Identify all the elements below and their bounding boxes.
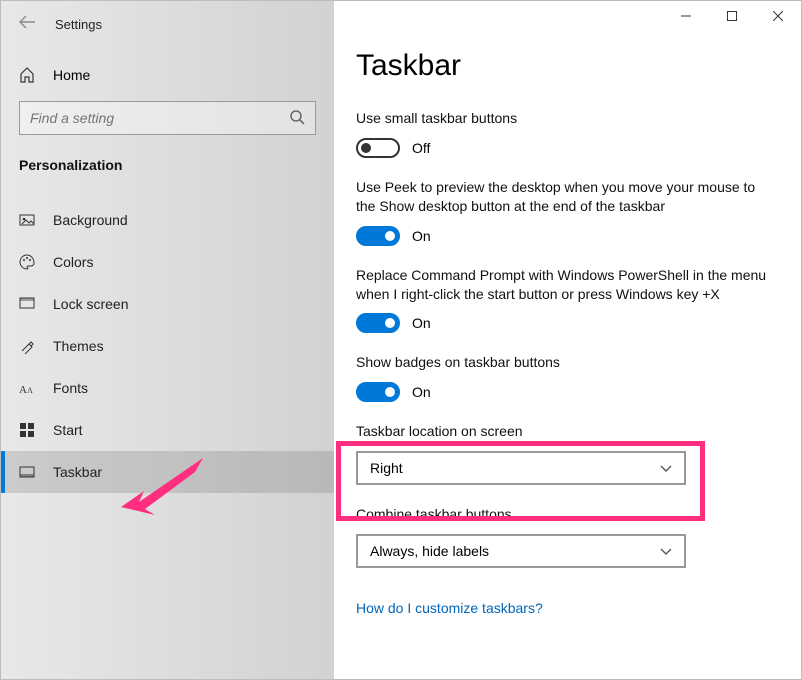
toggle-state: On	[412, 384, 431, 400]
sidebar-item-label: Colors	[53, 254, 93, 270]
setting-location: Taskbar location on screen Right	[356, 422, 779, 485]
sidebar-item-label: Fonts	[53, 380, 88, 396]
toggle-state: On	[412, 315, 431, 331]
setting-label: Use small taskbar buttons	[356, 109, 776, 128]
lockscreen-icon	[19, 296, 35, 312]
main-panel: Taskbar Use small taskbar buttons Off Us…	[334, 1, 801, 679]
sidebar-item-label: Lock screen	[53, 296, 128, 312]
sidebar-item-label: Background	[53, 212, 128, 228]
window-title: Settings	[55, 17, 102, 32]
sidebar-home-label: Home	[53, 67, 90, 83]
setting-small-buttons: Use small taskbar buttons Off	[356, 109, 779, 158]
dropdown-taskbar-location[interactable]: Right	[356, 451, 686, 485]
chevron-down-icon	[660, 543, 672, 559]
sidebar-item-label: Themes	[53, 338, 104, 354]
setting-label: Taskbar location on screen	[356, 422, 776, 441]
fonts-icon: AA	[19, 380, 35, 396]
sidebar-category: Personalization	[19, 157, 316, 173]
sidebar-item-colors[interactable]: Colors	[1, 241, 334, 283]
toggle-badges[interactable]	[356, 382, 400, 402]
chevron-down-icon	[660, 460, 672, 476]
sidebar-item-start[interactable]: Start	[1, 409, 334, 451]
start-icon	[19, 422, 35, 438]
themes-icon	[19, 338, 35, 354]
dropdown-value: Always, hide labels	[370, 543, 489, 559]
toggle-small-buttons[interactable]	[356, 138, 400, 158]
minimize-button[interactable]	[663, 1, 709, 31]
home-icon	[19, 67, 35, 83]
sidebar-nav: Background Colors Lock screen Themes AA …	[1, 199, 334, 493]
setting-label: Use Peek to preview the desktop when you…	[356, 178, 776, 216]
image-icon	[19, 212, 35, 228]
search-input[interactable]	[30, 110, 289, 126]
page-title: Taskbar	[356, 49, 779, 83]
toggle-powershell[interactable]	[356, 313, 400, 333]
toggle-state: On	[412, 228, 431, 244]
taskbar-icon	[19, 464, 35, 480]
back-button[interactable]	[19, 15, 35, 33]
search-icon	[289, 109, 305, 128]
setting-badges: Show badges on taskbar buttons On	[356, 353, 779, 402]
sidebar-item-themes[interactable]: Themes	[1, 325, 334, 367]
svg-text:A: A	[27, 386, 33, 395]
setting-label: Replace Command Prompt with Windows Powe…	[356, 266, 776, 304]
sidebar: Settings Home Personalization Background	[1, 1, 334, 679]
sidebar-item-label: Taskbar	[53, 464, 102, 480]
svg-text:A: A	[19, 384, 27, 396]
sidebar-item-taskbar[interactable]: Taskbar	[1, 451, 334, 493]
close-button[interactable]	[755, 1, 801, 31]
toggle-peek[interactable]	[356, 226, 400, 246]
sidebar-item-background[interactable]: Background	[1, 199, 334, 241]
setting-combine: Combine taskbar buttons Always, hide lab…	[356, 505, 779, 568]
window-controls	[663, 1, 801, 31]
sidebar-item-fonts[interactable]: AA Fonts	[1, 367, 334, 409]
setting-label: Show badges on taskbar buttons	[356, 353, 776, 372]
maximize-button[interactable]	[709, 1, 755, 31]
setting-powershell: Replace Command Prompt with Windows Powe…	[356, 266, 779, 334]
setting-label: Combine taskbar buttons	[356, 505, 776, 524]
dropdown-value: Right	[370, 460, 403, 476]
toggle-state: Off	[412, 140, 430, 156]
help-link[interactable]: How do I customize taskbars?	[356, 600, 543, 616]
setting-peek: Use Peek to preview the desktop when you…	[356, 178, 779, 246]
palette-icon	[19, 254, 35, 270]
settings-window: Settings Home Personalization Background	[0, 0, 802, 680]
search-input-container[interactable]	[19, 101, 316, 135]
dropdown-combine-buttons[interactable]: Always, hide labels	[356, 534, 686, 568]
sidebar-item-label: Start	[53, 422, 83, 438]
sidebar-item-home[interactable]: Home	[19, 61, 316, 101]
sidebar-item-lockscreen[interactable]: Lock screen	[1, 283, 334, 325]
